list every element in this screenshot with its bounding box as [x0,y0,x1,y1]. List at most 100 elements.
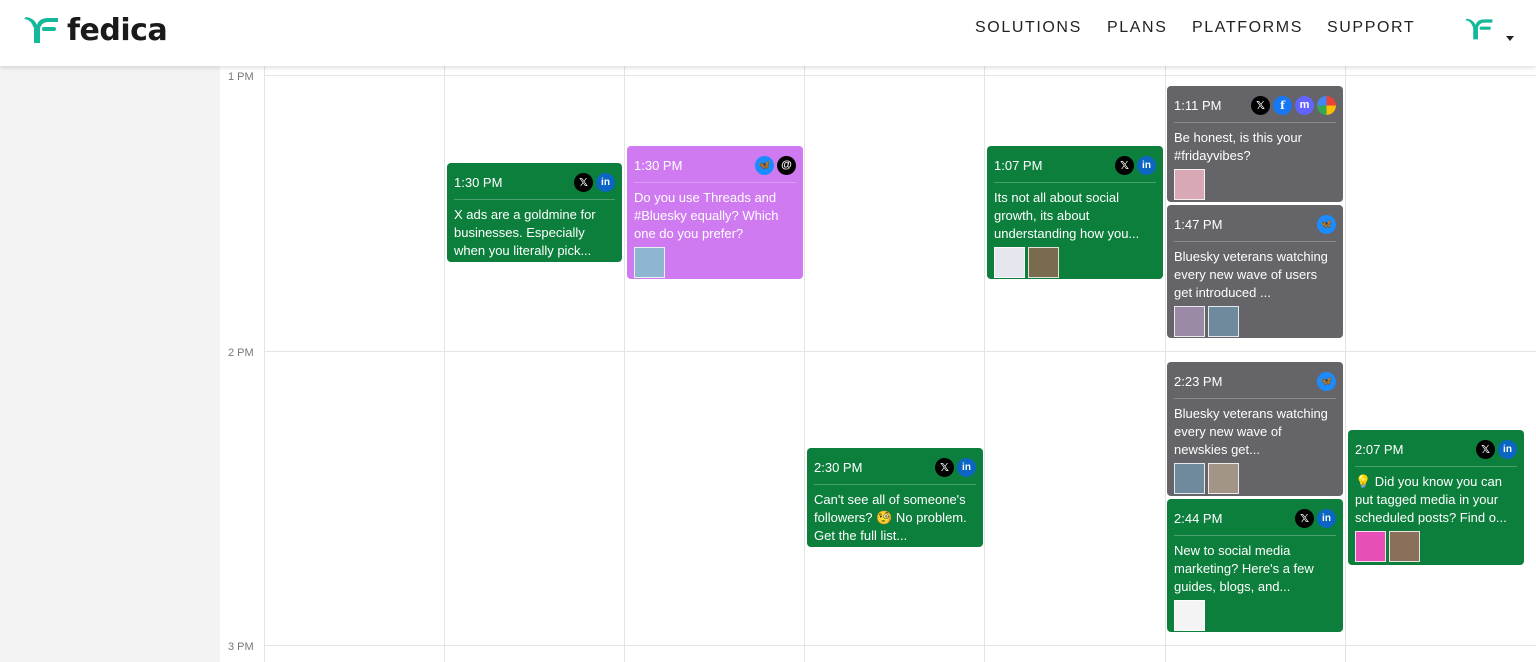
pinterest-icon [1317,95,1336,115]
platform-icons: 𝕏in [935,457,976,477]
post-time: 2:30 PM [814,459,863,475]
hour-label-3pm: 3 PM [228,641,254,653]
platform-icons: 𝕏fm [1251,95,1336,115]
day-column-divider [444,66,445,662]
post-text: New to social media marketing? Here's a … [1174,543,1314,594]
scheduled-post-card[interactable]: 1:11 PM 𝕏f m Be honest, is this your #frida… [1167,86,1343,202]
chevron-down-icon [1506,36,1514,41]
scheduled-post-card[interactable]: 2:07 PM 𝕏in 💡 Did you know you can put tag… [1348,430,1524,565]
media-thumbnail [1174,463,1205,494]
platform-icons: 🦋 @ [755,155,796,175]
divider [634,182,796,183]
media-thumbnails [994,247,1156,278]
hour-label-1pm: 1 PM [228,71,254,83]
linkedin-icon: in [596,172,615,192]
user-menu-dropdown[interactable] [1462,16,1518,50]
mastodon-icon: m [1295,95,1314,115]
divider [1174,535,1336,536]
divider [1174,122,1336,123]
media-thumbnails [1174,306,1336,337]
post-header: 2:07 PM 𝕏in [1355,439,1517,459]
post-text: Its not all about social growth, its abo… [994,190,1140,241]
top-navigation-bar: fedica SOLUTIONS PLANS PLATFORMS SUPPORT [0,0,1536,66]
media-thumbnails [1174,600,1336,631]
nav-platforms[interactable]: PLATFORMS [1192,19,1303,37]
bluesky-icon: 🦋 [755,155,774,175]
scheduled-post-card[interactable]: 1:30 PM 🦋 @ Do you use Threads and #Bluesky… [627,146,803,279]
post-header: 1:11 PM 𝕏f m [1174,95,1336,115]
post-text: Bluesky veterans watching every new wave… [1174,406,1328,457]
logo-text: fedica [67,12,168,48]
post-header: 2:44 PM 𝕏in [1174,508,1336,528]
post-text: Be honest, is this your #fridayvibes? [1174,130,1302,163]
media-thumbnails [1355,531,1517,562]
x-icon: 𝕏 [1476,439,1495,459]
platform-icons: 𝕏in [1476,439,1517,459]
day-column-divider [984,66,985,662]
user-avatar-icon [1465,18,1493,40]
fedica-logo[interactable]: fedica [20,12,168,48]
post-header: 1:47 PM 🦋 [1174,214,1336,234]
post-time: 2:07 PM [1355,441,1404,457]
fedica-logo-icon [24,17,58,43]
scheduled-post-card[interactable]: 1:30 PM 𝕏in X ads are a goldmine for busin… [447,163,622,262]
media-thumbnail [1355,531,1386,562]
platform-icons: 𝕏in [1295,508,1336,528]
post-text: Bluesky veterans watching every new wave… [1174,249,1328,300]
media-thumbnail [1174,600,1205,631]
hour-label-2pm: 2 PM [228,347,254,359]
post-header: 2:30 PM 𝕏in [814,457,976,477]
scheduled-post-card[interactable]: 2:44 PM 𝕏in New to social media marketing?… [1167,499,1343,632]
nav-solutions[interactable]: SOLUTIONS [975,19,1082,37]
post-time: 1:11 PM [1174,97,1222,113]
media-thumbnail [1174,306,1205,337]
divider [814,484,976,485]
facebook-icon: f [1273,95,1292,115]
post-time: 1:30 PM [634,157,683,173]
x-icon: 𝕏 [935,457,954,477]
x-icon: 𝕏 [1295,508,1314,528]
linkedin-icon: in [1498,439,1517,459]
nav-support[interactable]: SUPPORT [1327,19,1415,37]
scheduled-post-card[interactable]: 1:47 PM 🦋 Bluesky veterans watching every … [1167,205,1343,338]
post-text: X ads are a goldmine for businesses. Esp… [454,207,596,258]
post-text: Do you use Threads and #Bluesky equally?… [634,190,779,241]
divider [1174,241,1336,242]
divider [454,199,615,200]
week-calendar-grid: 1 PM 2 PM 3 PM 1:30 PM 𝕏in X ads are a gol… [220,66,1536,662]
day-column-divider [1165,66,1166,662]
media-thumbnails [1174,169,1336,200]
linkedin-icon: in [957,457,976,477]
nav-plans[interactable]: PLANS [1107,19,1167,37]
divider [1355,466,1517,467]
post-header: 1:30 PM 𝕏in [454,172,615,192]
day-column-divider [1345,66,1346,662]
post-header: 2:23 PM 🦋 [1174,371,1336,391]
media-thumbnail [1208,463,1239,494]
media-thumbnail [1389,531,1420,562]
platform-icons: 🦋 [1317,371,1336,391]
scheduled-post-card[interactable]: 2:23 PM 🦋 Bluesky veterans watching every … [1167,362,1343,496]
post-text: 💡 Did you know you can put tagged media … [1355,474,1507,525]
post-time: 2:23 PM [1174,373,1223,389]
day-column-divider [264,66,265,662]
media-thumbnails [1174,463,1336,494]
post-time: 1:07 PM [994,157,1043,173]
media-thumbnail [1208,306,1239,337]
divider [1174,398,1336,399]
scheduled-post-card[interactable]: 1:07 PM 𝕏in Its not all about social growt… [987,146,1163,279]
x-icon: 𝕏 [574,172,593,192]
linkedin-icon: in [1317,508,1336,528]
platform-icons: 𝕏in [574,172,615,192]
post-time: 1:47 PM [1174,216,1223,232]
bluesky-icon: 🦋 [1317,371,1336,391]
media-thumbnails [634,247,796,278]
x-icon: 𝕏 [1251,95,1270,115]
x-icon: 𝕏 [1115,155,1134,175]
post-header: 1:30 PM 🦋 @ [634,155,796,175]
scheduled-post-card[interactable]: 2:30 PM 𝕏in Can't see all of someone's fol… [807,448,983,547]
media-thumbnail [994,247,1025,278]
media-thumbnail [1174,169,1205,200]
post-time: 1:30 PM [454,174,503,190]
platform-icons: 🦋 [1317,214,1336,234]
